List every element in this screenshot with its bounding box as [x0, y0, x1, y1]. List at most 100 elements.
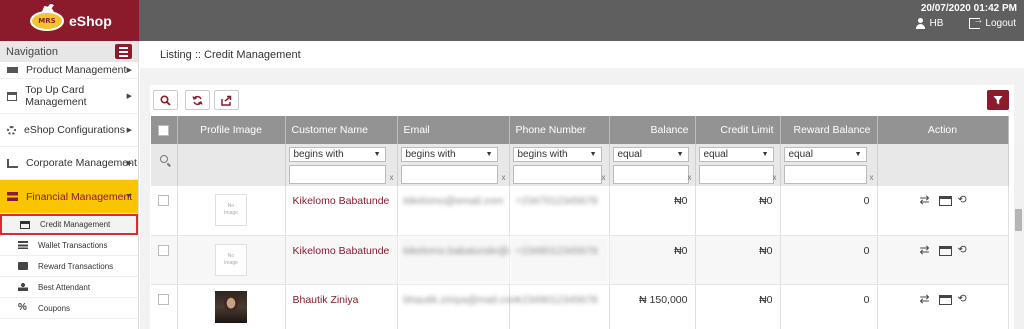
- chart-icon: [7, 158, 18, 168]
- customer-phone: +2347012345678: [509, 186, 610, 236]
- top-bar: MRS eShop 20/07/2020 01:42 PM HB Logout: [0, 0, 1024, 41]
- filter-email-cell: begins with ▼ x: [397, 144, 510, 186]
- row-select-cell: [151, 186, 178, 236]
- sidebar-subitem-wallet-transactions[interactable]: Wallet Transactions: [0, 235, 138, 256]
- clear-icon[interactable]: x: [602, 173, 606, 182]
- search-icon[interactable]: [159, 155, 168, 163]
- reward-filter-input[interactable]: [783, 165, 867, 184]
- filter-empty-cell: [877, 144, 1009, 186]
- column-header[interactable]: Credit Limit: [695, 116, 781, 144]
- customer-name[interactable]: Kikelomo Babatunde: [285, 186, 398, 236]
- column-header[interactable]: Reward Balance: [780, 116, 878, 144]
- row-checkbox[interactable]: [158, 195, 170, 206]
- row-checkbox[interactable]: [158, 244, 170, 256]
- phone-filter-input[interactable]: [512, 165, 602, 184]
- filter-toggle-button[interactable]: [987, 90, 1009, 110]
- card-icon: [20, 220, 30, 229]
- credit-card-icon[interactable]: [938, 196, 952, 206]
- credit-card-icon[interactable]: [938, 294, 952, 305]
- row-checkbox[interactable]: [158, 293, 170, 305]
- column-header: Profile Image: [177, 116, 286, 144]
- current-datetime: 20/07/2020 01:42 PM: [920, 3, 1017, 14]
- table-row[interactable]: No Image Kikelomo Babatunde kikelomo.baba…: [151, 235, 1009, 285]
- brand[interactable]: MRS eShop: [0, 0, 139, 41]
- export-button[interactable]: [214, 90, 239, 110]
- customer-email: kikelomo@email.com: [397, 186, 510, 236]
- filter-balance-cell: equal ▼ x: [609, 144, 696, 186]
- no-image-placeholder: No Image: [215, 194, 247, 226]
- email-filter-input[interactable]: [400, 165, 498, 184]
- balance-filter-input[interactable]: [612, 165, 689, 184]
- credit-filter-select[interactable]: equal ▼: [698, 147, 774, 162]
- customer-phone: +2349012345678: [509, 284, 610, 329]
- sidebar-subitem-best-attendant[interactable]: Best Attendant: [0, 277, 138, 298]
- filter-icon: [993, 95, 1003, 105]
- transfer-icon[interactable]: ⇄: [920, 293, 933, 305]
- chevron-down-icon: ▼: [485, 151, 493, 158]
- clear-icon[interactable]: x: [773, 173, 777, 182]
- user-name[interactable]: HB: [930, 18, 944, 29]
- column-header[interactable]: Phone Number: [509, 116, 610, 144]
- name-filter-input[interactable]: [288, 165, 386, 184]
- logout-link[interactable]: Logout: [985, 18, 1016, 29]
- profile-image-cell: [177, 284, 286, 329]
- credit-card-icon[interactable]: [938, 245, 952, 256]
- refresh-icon: [192, 95, 203, 105]
- balance-value: ₦0: [609, 235, 696, 285]
- table-row[interactable]: Bhautik Ziniya bhautik.ziniya@mail.com +…: [151, 284, 1009, 329]
- gear-icon: [7, 125, 16, 135]
- column-header[interactable]: Email: [397, 116, 510, 144]
- vertical-scrollbar[interactable]: [1015, 146, 1022, 329]
- credit-filter-input[interactable]: [698, 165, 774, 184]
- history-icon[interactable]: ⟲: [958, 244, 971, 256]
- name-filter-select[interactable]: begins with ▼: [288, 147, 386, 162]
- sidebar-item-label: Product Management: [26, 64, 127, 76]
- action-cell: ⇄ ⟲: [877, 284, 1009, 329]
- clear-icon[interactable]: x: [870, 173, 874, 182]
- chevron-down-icon: ▼: [589, 151, 597, 158]
- page-title: Listing :: Credit Management: [160, 48, 301, 61]
- refresh-button[interactable]: [185, 90, 210, 110]
- sidebar-item-financial-management[interactable]: Financial Management ▼: [0, 180, 138, 214]
- sidebar-subitem-label: Best Attendant: [38, 282, 91, 292]
- clear-icon[interactable]: x: [688, 173, 692, 182]
- sidebar-item-product-management[interactable]: Product Management ▶: [0, 62, 138, 79]
- filter-name-cell: begins with ▼ x: [285, 144, 398, 186]
- table-row[interactable]: No Image Kikelomo Babatunde kikelomo@emai…: [151, 186, 1009, 236]
- chevron-down-icon: ▼: [373, 151, 381, 158]
- sidebar-subitem-label: Credit Management: [40, 220, 111, 229]
- sidebar-subitem-credit-management[interactable]: Credit Management: [0, 214, 138, 235]
- column-header[interactable]: Customer Name: [285, 116, 398, 144]
- logout-icon[interactable]: [969, 15, 983, 29]
- history-icon[interactable]: ⟲: [958, 293, 971, 305]
- clear-icon[interactable]: x: [390, 173, 394, 182]
- email-filter-select[interactable]: begins with ▼: [400, 147, 498, 162]
- card-icon: [7, 91, 18, 101]
- select-all-header: [151, 116, 178, 144]
- clear-icon[interactable]: x: [502, 173, 506, 182]
- transfer-icon[interactable]: ⇄: [920, 244, 933, 256]
- history-icon[interactable]: ⟲: [958, 195, 971, 206]
- sidebar-item-label: Financial Management: [26, 190, 133, 203]
- customer-name[interactable]: Kikelomo Babatunde: [285, 235, 398, 285]
- logo: MRS: [30, 3, 64, 31]
- sidebar-item-top-up-card-management[interactable]: Top Up Card Management ▶: [0, 79, 138, 114]
- credit-limit-value: ₦0: [695, 186, 781, 236]
- no-image-placeholder: No Image: [215, 243, 247, 276]
- caret-right-icon: ▶: [126, 67, 132, 74]
- sidebar-item-eshop-configurations[interactable]: eShop Configurations ▶: [0, 114, 138, 147]
- scrollbar-thumb[interactable]: [1015, 209, 1022, 231]
- reward-filter-select[interactable]: equal ▼: [783, 147, 867, 162]
- customer-email: kikelomo.babatunde@mail.com: [397, 235, 550, 285]
- select-all-checkbox[interactable]: [158, 124, 170, 136]
- sidebar-subitem-coupons[interactable]: % Coupons: [0, 298, 138, 319]
- customer-name[interactable]: Bhautik Ziniya: [285, 284, 398, 329]
- sidebar-item-corporate-management[interactable]: Corporate Management ▶: [0, 147, 138, 180]
- transfer-icon[interactable]: ⇄: [920, 194, 933, 206]
- balance-filter-select[interactable]: equal ▼: [612, 147, 689, 162]
- phone-filter-select[interactable]: begins with ▼: [512, 147, 602, 162]
- sidebar-subitem-reward-transactions[interactable]: Reward Transactions: [0, 256, 138, 277]
- search-button[interactable]: [153, 90, 178, 110]
- menu-toggle-button[interactable]: [115, 44, 132, 59]
- column-header[interactable]: Balance: [609, 116, 696, 144]
